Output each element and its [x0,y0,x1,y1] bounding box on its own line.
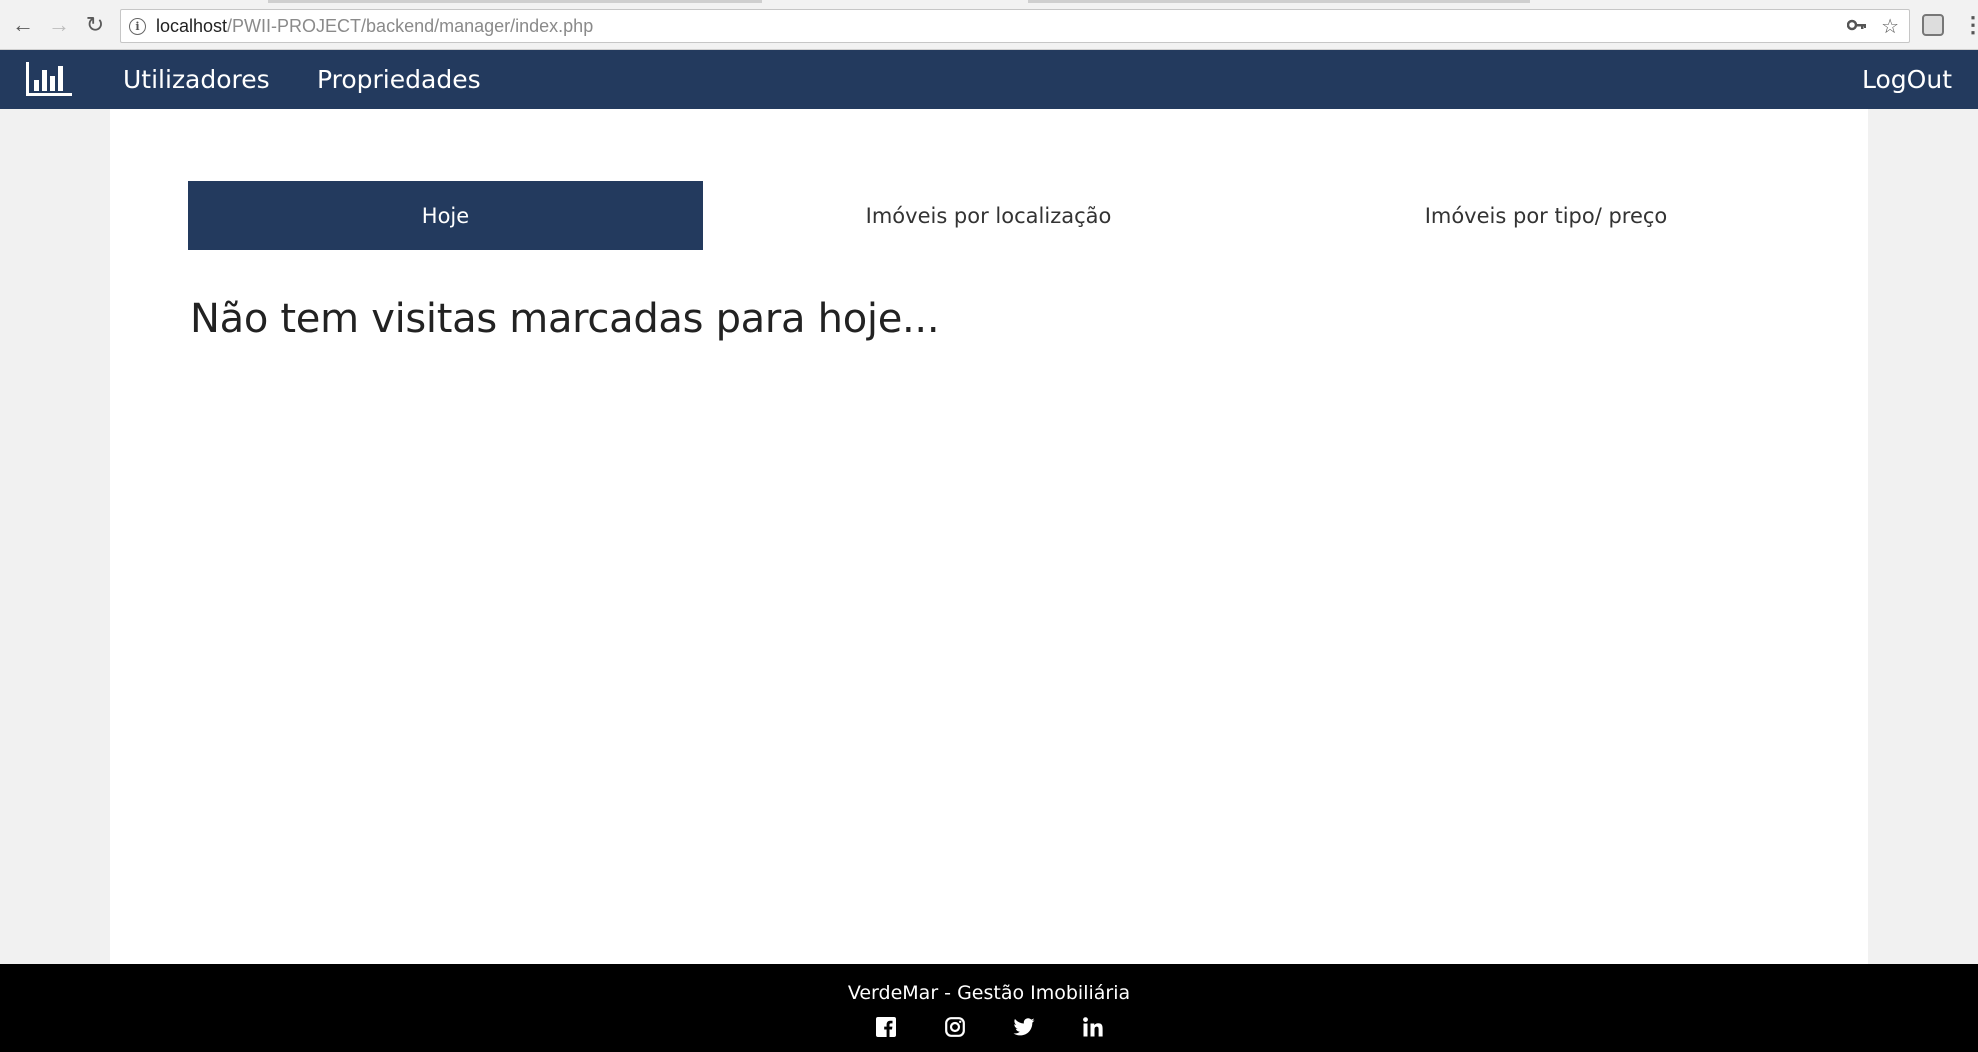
address-bar[interactable]: i localhost/PWII-PROJECT/backend/manager… [120,9,1910,43]
browser-menu-icon[interactable]: ⋮ [1962,12,1978,38]
site-info-icon[interactable]: i [129,17,146,35]
forward-icon[interactable]: → [46,12,72,38]
browser-toolbar: ← → ↻ i localhost/PWII-PROJECT/backend/m… [0,0,1978,50]
main-navbar: Utilizadores Propriedades LogOut [0,50,1978,109]
facebook-icon[interactable] [875,1016,897,1038]
reload-icon[interactable]: ↻ [82,12,108,38]
key-icon[interactable] [1846,15,1867,38]
footer-company-name: VerdeMar - Gestão Imobiliária [847,982,1131,1004]
back-icon[interactable]: ← [10,12,36,38]
extension-icon[interactable] [1922,14,1944,36]
instagram-icon[interactable] [944,1016,966,1038]
tab-hoje[interactable]: Hoje [188,181,703,250]
nav-link-propriedades[interactable]: Propriedades [317,50,481,109]
main-content: Hoje Imóveis por localização Imóveis por… [110,109,1868,964]
browser-tab[interactable] [268,0,762,3]
tab-bar: Hoje Imóveis por localização Imóveis por… [188,181,1818,250]
url-host: localhost [156,15,228,36]
bookmark-star-icon[interactable]: ☆ [1881,14,1899,39]
no-visits-message: Não tem visitas marcadas para hoje... [190,296,940,342]
footer: VerdeMar - Gestão Imobiliária [0,964,1978,1052]
bar-chart-icon[interactable] [26,60,72,98]
linkedin-icon[interactable] [1082,1016,1104,1038]
browser-tab[interactable] [1028,0,1530,3]
url-path: /PWII-PROJECT/backend/manager/index.php [227,15,594,36]
tab-imoveis-por-tipo-preco[interactable]: Imóveis por tipo/ preço [1274,181,1818,250]
logout-link[interactable]: LogOut [1862,50,1952,109]
twitter-icon[interactable] [1013,1016,1035,1038]
tab-imoveis-por-localizacao[interactable]: Imóveis por localização [703,181,1274,250]
social-links [0,1016,1978,1038]
nav-link-utilizadores[interactable]: Utilizadores [123,50,270,109]
